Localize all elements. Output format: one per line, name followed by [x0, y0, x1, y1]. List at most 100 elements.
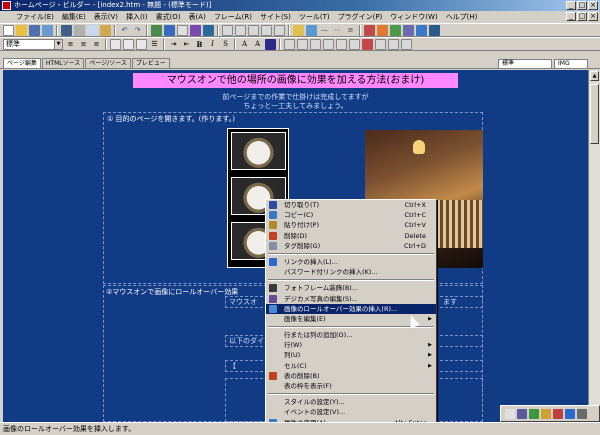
table-merge-icon[interactable]: [336, 38, 347, 50]
table-cell-icon[interactable]: [323, 38, 334, 50]
menu-site[interactable]: サイト(S): [256, 11, 295, 23]
layout-frame-icon[interactable]: [222, 24, 233, 36]
tab-page-edit[interactable]: ページ編集: [3, 58, 41, 68]
table-insert-icon[interactable]: [177, 24, 188, 36]
tab-preview[interactable]: プレビュー: [131, 58, 170, 68]
align-right-icon[interactable]: ≡: [91, 39, 102, 50]
app-icon[interactable]: [2, 1, 11, 10]
minimize-button[interactable]: _: [566, 1, 576, 10]
tray-icon[interactable]: [565, 408, 575, 419]
close-button[interactable]: ×: [588, 1, 598, 10]
save-icon[interactable]: [29, 24, 40, 36]
tray-icon[interactable]: [553, 408, 563, 419]
context-menu-item[interactable]: タグ削除(G) Ctrl+D: [266, 241, 436, 251]
undo-icon[interactable]: ↶: [119, 25, 130, 36]
table-attr-icon[interactable]: [375, 38, 386, 50]
preview-icon[interactable]: [42, 24, 53, 36]
context-menu-item[interactable]: 行(W) ▶: [266, 340, 436, 350]
context-menu-item[interactable]: 表の枠を表示(F): [266, 381, 436, 391]
indent-icon[interactable]: ⇥: [168, 39, 179, 50]
tray-icon[interactable]: [517, 408, 527, 419]
publish-icon[interactable]: [429, 24, 440, 36]
menu-file[interactable]: ファイル(E): [12, 11, 58, 23]
link-icon[interactable]: [151, 24, 162, 36]
tray-icon[interactable]: [541, 408, 551, 419]
context-menu-item[interactable]: スタイルの設定(Y)...: [266, 397, 436, 407]
vertical-scrollbar[interactable]: ▲ ▼: [588, 70, 600, 422]
table-delete-icon[interactable]: [362, 38, 373, 50]
menu-window[interactable]: ウィンドウ(W): [386, 11, 441, 23]
thumbnail-image[interactable]: [231, 132, 286, 170]
new-page-icon[interactable]: [3, 24, 14, 36]
context-menu-item[interactable]: イベントの設定(V)...: [266, 407, 436, 417]
context-menu-item[interactable]: フォトフレーム装飾(B)...: [266, 283, 436, 293]
animation-icon[interactable]: [403, 24, 414, 36]
mode-select[interactable]: 標準: [498, 59, 552, 69]
layout-frame-icon[interactable]: [274, 24, 285, 36]
maximize-button[interactable]: □: [577, 1, 587, 10]
table-border-icon[interactable]: [388, 38, 399, 50]
context-menu-item[interactable]: 表の削除(B): [266, 371, 436, 381]
context-menu-item[interactable]: 列(U) ▶: [266, 350, 436, 360]
font-larger-icon[interactable]: A: [239, 39, 250, 50]
tag-select[interactable]: IMG: [554, 59, 588, 69]
context-menu-item[interactable]: セル(C) ▶: [266, 361, 436, 371]
doc-restore-button[interactable]: □: [577, 12, 587, 21]
line-icon[interactable]: —: [319, 25, 330, 36]
outdent-icon[interactable]: ⇤: [181, 39, 192, 50]
menu-format[interactable]: 書式(O): [152, 11, 185, 23]
menu-help[interactable]: ヘルプ(H): [442, 11, 482, 23]
copy-icon[interactable]: [87, 24, 98, 36]
form-insert-icon[interactable]: [190, 24, 201, 36]
table-col-icon[interactable]: [310, 38, 321, 50]
image-insert-icon[interactable]: [164, 24, 175, 36]
scroll-up-icon[interactable]: ▲: [590, 71, 599, 81]
table-icon[interactable]: [284, 38, 295, 50]
style-icon[interactable]: [293, 24, 304, 36]
open-folder-icon[interactable]: [16, 24, 27, 36]
layout-frame-icon[interactable]: [235, 24, 246, 36]
rollover-insert-icon[interactable]: [203, 24, 214, 36]
doc-minimize-button[interactable]: _: [566, 12, 576, 21]
menu-frame[interactable]: フレーム(R): [210, 11, 256, 23]
bullet-list-icon[interactable]: ☰: [149, 39, 160, 50]
align-center-icon[interactable]: ≡: [78, 39, 89, 50]
italic-icon[interactable]: I: [207, 39, 218, 50]
paste-icon[interactable]: [100, 24, 111, 36]
tray-icon[interactable]: [529, 408, 539, 419]
font-color-icon[interactable]: [265, 38, 276, 50]
layout-frame-icon[interactable]: [248, 24, 259, 36]
gallery-icon[interactable]: [377, 24, 388, 36]
chevron-down-icon[interactable]: ▼: [54, 39, 62, 49]
tray-icon[interactable]: [577, 408, 587, 419]
table-layout-icon[interactable]: [401, 38, 412, 50]
list-icon[interactable]: [110, 38, 121, 50]
webart-icon[interactable]: [390, 24, 401, 36]
context-menu-item[interactable]: 行または列の追加(O)...: [266, 330, 436, 340]
context-menu-item[interactable]: パスワード付リンクの挿入(K)...: [266, 267, 436, 277]
doc-close-button[interactable]: ×: [588, 12, 598, 21]
line-icon[interactable]: ⋯: [332, 25, 343, 36]
line-icon[interactable]: ≡: [345, 25, 356, 36]
context-menu-item[interactable]: リンクの挿入(L)...: [266, 257, 436, 267]
transfer-icon[interactable]: [364, 24, 375, 36]
list-icon[interactable]: [136, 38, 147, 50]
table-row-icon[interactable]: [297, 38, 308, 50]
layout-frame-icon[interactable]: [261, 24, 272, 36]
menu-insert[interactable]: 挿入(I): [122, 11, 152, 23]
context-menu-item[interactable]: コピー(C) Ctrl+C: [266, 210, 436, 220]
font-smaller-icon[interactable]: A: [252, 39, 263, 50]
tray-icon[interactable]: [505, 408, 515, 419]
horizontal-rule-icon[interactable]: [306, 24, 317, 36]
context-menu-item[interactable]: デジカメ写真の編集(S)...: [266, 294, 436, 304]
list-icon[interactable]: [123, 38, 134, 50]
tab-html-source[interactable]: HTMLソース: [41, 58, 85, 68]
context-menu-item[interactable]: 切り取り(T) Ctrl+X: [266, 200, 436, 210]
print-icon[interactable]: [61, 24, 72, 36]
menu-edit[interactable]: 編集(E): [58, 11, 90, 23]
strikethrough-icon[interactable]: S: [220, 39, 231, 50]
site-view-icon[interactable]: [416, 24, 427, 36]
context-menu-item[interactable]: 貼り付け(P) Ctrl+V: [266, 220, 436, 230]
style-select[interactable]: 標準 ▼: [3, 38, 63, 50]
menu-view[interactable]: 表示(V): [90, 11, 122, 23]
